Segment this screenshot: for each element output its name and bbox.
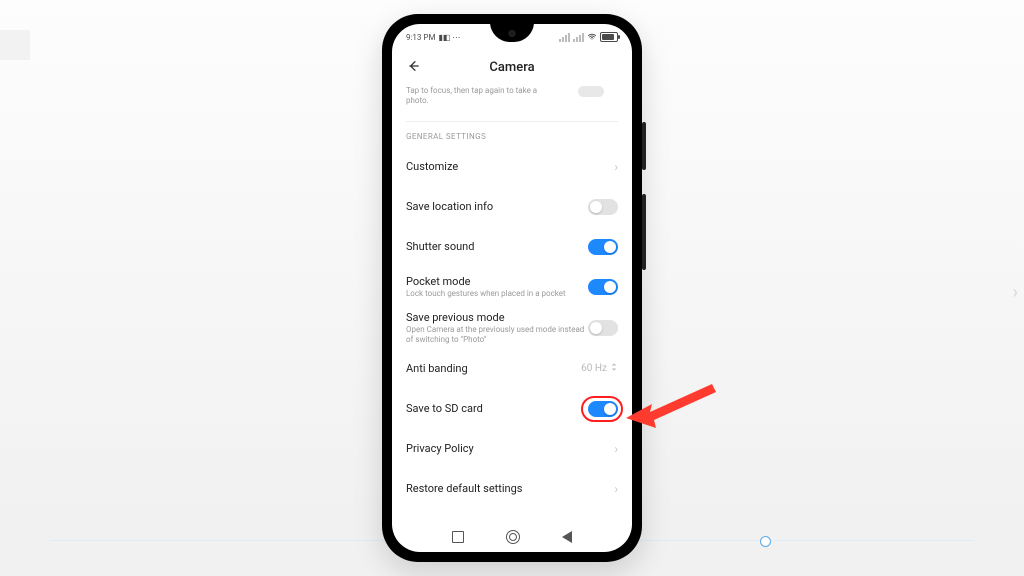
- row-label: Save to SD card: [406, 402, 588, 415]
- timeline-handle[interactable]: [760, 536, 771, 547]
- phone-side-button: [642, 194, 646, 270]
- signal-icon: [559, 33, 570, 42]
- row-save-previous-mode[interactable]: Save previous mode Open Camera at the pr…: [406, 307, 618, 349]
- updown-icon: [610, 362, 618, 375]
- status-time: 9:13 PM: [406, 33, 435, 42]
- save-location-toggle[interactable]: [588, 199, 618, 215]
- anti-banding-value: 60 Hz: [581, 363, 607, 374]
- save-previous-mode-toggle[interactable]: [588, 320, 618, 336]
- shutter-sound-toggle[interactable]: [588, 239, 618, 255]
- page-title: Camera: [489, 60, 534, 75]
- row-label: Pocket mode: [406, 275, 588, 288]
- row-sublabel: Lock touch gestures when placed in a poc…: [406, 289, 588, 299]
- nav-recent-icon[interactable]: [452, 531, 464, 543]
- chevron-right-icon: ›: [608, 442, 618, 456]
- row-label: Restore default settings: [406, 482, 608, 495]
- android-nav-bar: [392, 522, 632, 552]
- chevron-right-icon: ›: [608, 160, 618, 174]
- signal-icon: [573, 33, 584, 42]
- row-anti-banding[interactable]: Anti banding 60 Hz: [406, 349, 618, 389]
- carousel-next-icon[interactable]: ›: [1013, 282, 1018, 303]
- row-label: Anti banding: [406, 362, 581, 375]
- stage: › 9:13 PM ▮◧ ⋯: [0, 0, 1024, 576]
- row-save-location-info[interactable]: Save location info: [406, 187, 618, 227]
- nav-home-icon[interactable]: [506, 530, 520, 544]
- row-restore-defaults[interactable]: Restore default settings ›: [406, 469, 618, 509]
- row-shutter-sound[interactable]: Shutter sound: [406, 227, 618, 267]
- divider: [406, 121, 618, 122]
- app-header: Camera: [392, 50, 632, 84]
- wifi-icon: [587, 32, 597, 42]
- row-privacy-policy[interactable]: Privacy Policy ›: [406, 429, 618, 469]
- row-customize[interactable]: Customize ›: [406, 147, 618, 187]
- row-label: Shutter sound: [406, 240, 588, 253]
- row-label: Save previous mode: [406, 311, 588, 324]
- row-sublabel: Open Camera at the previously used mode …: [406, 325, 588, 345]
- phone-screen: 9:13 PM ▮◧ ⋯ Camera: [392, 24, 632, 552]
- row-label: Save location info: [406, 200, 588, 213]
- battery-icon: [600, 32, 618, 42]
- section-header: GENERAL SETTINGS: [406, 132, 618, 141]
- phone-frame: 9:13 PM ▮◧ ⋯ Camera: [382, 14, 642, 562]
- decorative-box: [0, 30, 30, 60]
- row-label: Privacy Policy: [406, 442, 608, 455]
- clipped-toggle[interactable]: [578, 86, 604, 97]
- row-pocket-mode[interactable]: Pocket mode Lock touch gestures when pla…: [406, 267, 618, 307]
- pocket-mode-toggle[interactable]: [588, 279, 618, 295]
- save-to-sd-card-toggle[interactable]: [588, 401, 618, 417]
- status-indicator-icons: ▮◧ ⋯: [438, 33, 460, 42]
- back-button[interactable]: [404, 56, 424, 76]
- row-save-to-sd-card[interactable]: Save to SD card: [406, 389, 618, 429]
- settings-content[interactable]: Tap to focus, then tap again to take a p…: [392, 84, 632, 522]
- chevron-right-icon: ›: [608, 482, 618, 496]
- nav-back-icon[interactable]: [562, 531, 572, 543]
- row-label: Customize: [406, 160, 608, 173]
- phone-side-button: [642, 122, 646, 170]
